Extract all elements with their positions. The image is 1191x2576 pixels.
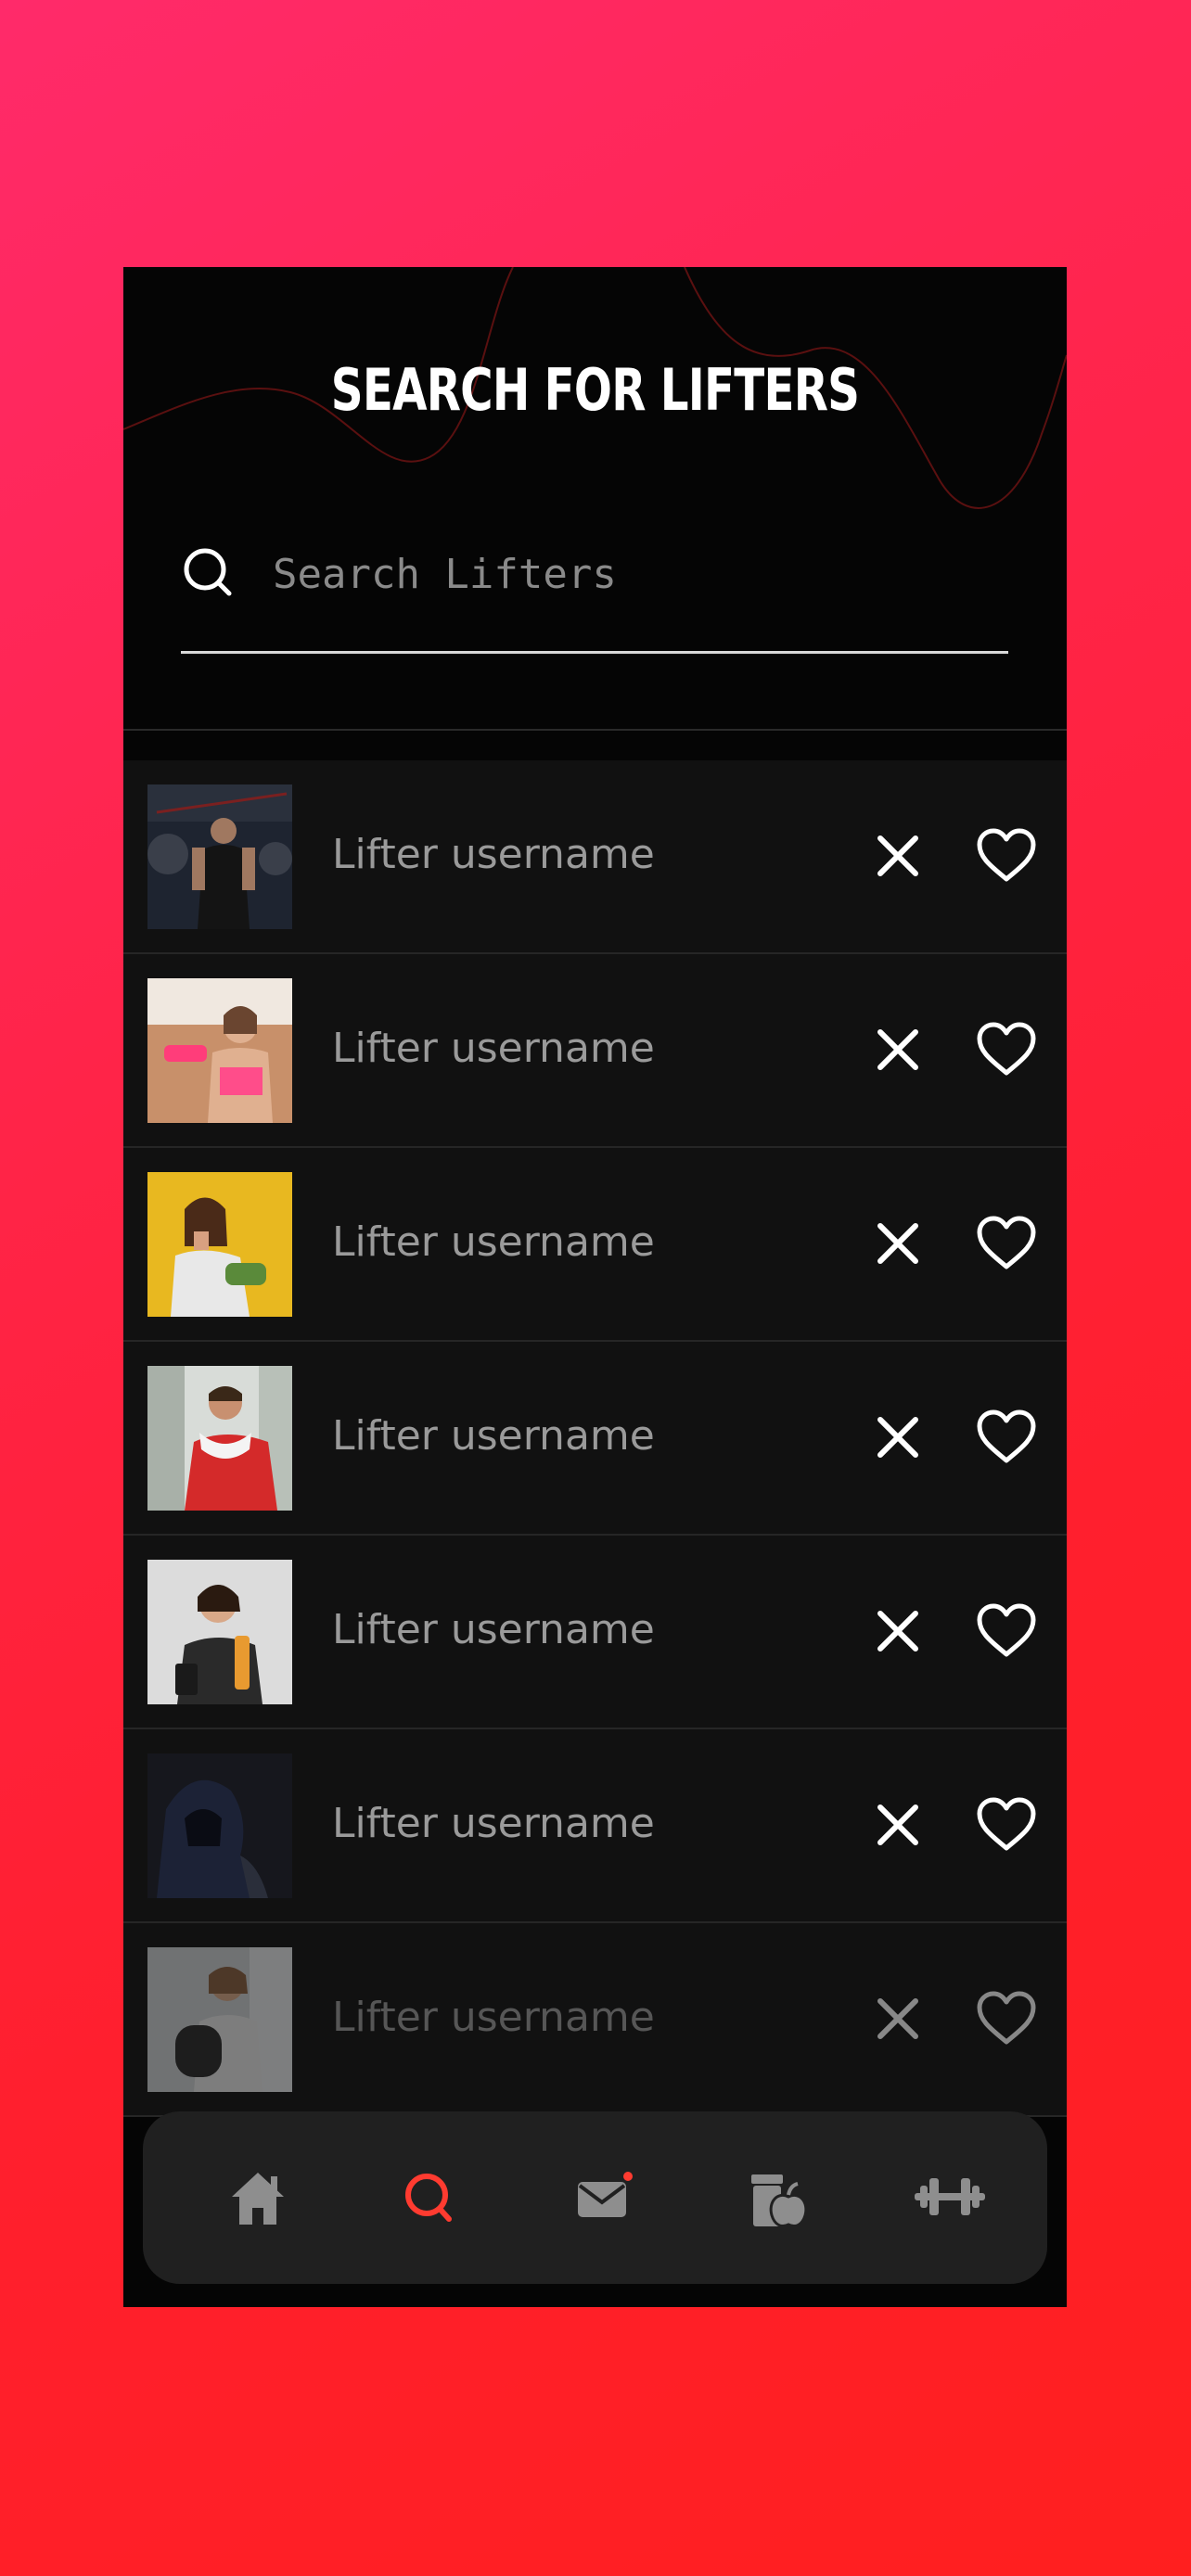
lifter-username: Lifter username (332, 1994, 655, 2041)
avatar[interactable] (147, 784, 292, 929)
list-item[interactable]: Lifter username (123, 1536, 1067, 1729)
like-heart-button[interactable] (975, 1602, 1038, 1660)
list-item[interactable]: Lifter username (123, 1342, 1067, 1536)
page-title: SEARCH FOR LIFTERS (330, 356, 860, 424)
dismiss-button[interactable] (873, 1800, 923, 1850)
dismiss-button[interactable] (873, 1994, 923, 2044)
dismiss-button[interactable] (873, 1606, 923, 1656)
like-heart-button[interactable] (975, 1021, 1038, 1078)
avatar[interactable] (147, 1753, 292, 1898)
unread-badge (623, 2172, 633, 2181)
like-heart-button[interactable] (975, 1990, 1038, 2047)
lifter-username: Lifter username (332, 1218, 655, 1266)
dismiss-button[interactable] (873, 1025, 923, 1075)
tab-workouts[interactable] (913, 2163, 987, 2234)
lifter-username: Lifter username (332, 1025, 655, 1072)
lifter-username: Lifter username (332, 1800, 655, 1847)
tab-home[interactable] (221, 2163, 295, 2234)
avatar[interactable] (147, 1947, 292, 2092)
list-item[interactable]: Lifter username (123, 1729, 1067, 1923)
avatar[interactable] (147, 978, 292, 1123)
header: SEARCH FOR LIFTERS (123, 267, 1067, 731)
list-item[interactable]: Lifter username (123, 1923, 1067, 2117)
lifter-username: Lifter username (332, 1412, 655, 1460)
dismiss-button[interactable] (873, 1218, 923, 1269)
dismiss-button[interactable] (873, 831, 923, 881)
tab-bar (143, 2111, 1047, 2284)
nutrition-icon (751, 2174, 808, 2228)
tab-search[interactable] (393, 2163, 467, 2234)
lifter-username: Lifter username (332, 1606, 655, 1653)
avatar[interactable] (147, 1560, 292, 1704)
mail-icon (578, 2172, 633, 2217)
dismiss-button[interactable] (873, 1412, 923, 1462)
like-heart-button[interactable] (975, 1796, 1038, 1854)
list-item[interactable]: Lifter username (123, 954, 1067, 1148)
list-item[interactable]: Lifter username (123, 760, 1067, 954)
app-screen: SEARCH FOR LIFTERS Search Lifters Lifter… (123, 267, 1067, 2307)
avatar[interactable] (147, 1172, 292, 1317)
avatar[interactable] (147, 1366, 292, 1511)
home-icon (232, 2173, 284, 2225)
like-heart-button[interactable] (975, 827, 1038, 885)
lifter-list: Lifter username Lifter username Lifter u… (123, 760, 1067, 2117)
like-heart-button[interactable] (975, 1409, 1038, 1466)
search-input[interactable] (273, 545, 978, 603)
search-bar[interactable] (181, 545, 1008, 654)
tab-nutrition[interactable] (740, 2163, 814, 2234)
like-heart-button[interactable] (975, 1215, 1038, 1272)
lifter-username: Lifter username (332, 831, 655, 878)
dumbbell-icon (915, 2178, 985, 2215)
list-item[interactable]: Lifter username (123, 1148, 1067, 1342)
search-icon (184, 548, 232, 596)
decorative-wave (123, 267, 1067, 509)
tab-messages[interactable] (567, 2163, 641, 2234)
search-icon (405, 2174, 452, 2222)
